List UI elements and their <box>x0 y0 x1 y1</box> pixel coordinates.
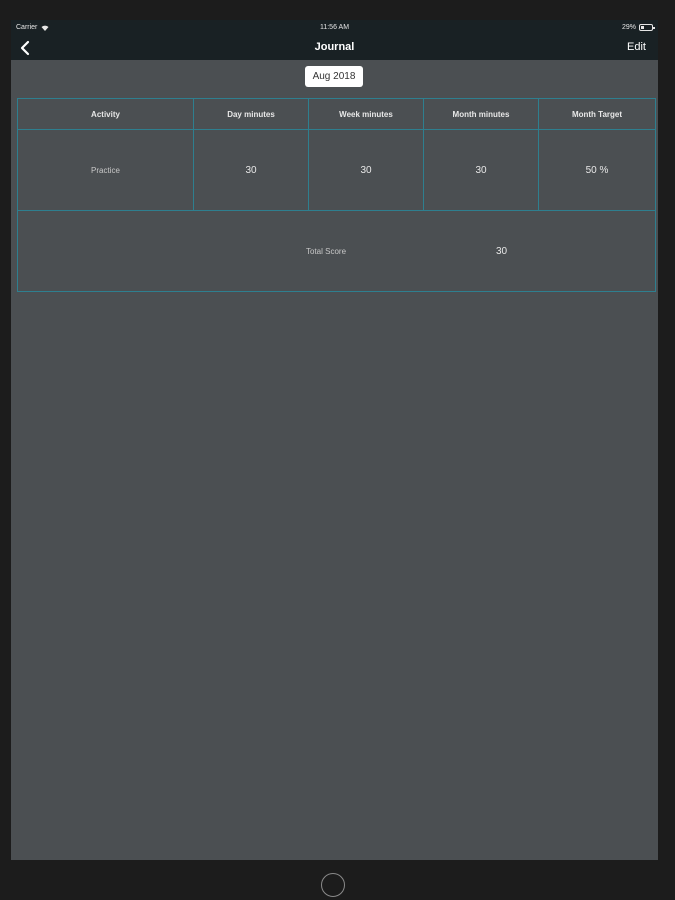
header-week-minutes: Week minutes <box>308 98 424 130</box>
total-score-label: Total Score <box>306 247 347 256</box>
total-row: Total Score 30 <box>17 210 656 292</box>
activity-cell: Practice <box>17 129 194 211</box>
page-title: Journal <box>314 41 355 53</box>
week-minutes-cell: 30 <box>308 129 424 211</box>
month-minutes-cell: 30 <box>423 129 539 211</box>
month-target-cell: 50 % <box>538 129 656 211</box>
day-minutes-cell: 30 <box>193 129 309 211</box>
header-activity: Activity <box>17 98 194 130</box>
month-selector[interactable]: Aug 2018 <box>305 66 363 87</box>
battery-icon <box>639 24 655 31</box>
total-score-value: 30 <box>496 246 508 257</box>
navigation-bar: Journal Edit <box>11 36 658 60</box>
total-cell: Total Score 30 <box>17 210 656 292</box>
status-bar: Carrier 11:56 AM 29% <box>11 20 658 36</box>
app-screen: Carrier 11:56 AM 29% Journal Edit Aug 20… <box>11 20 658 860</box>
header-month-target: Month Target <box>538 98 656 130</box>
battery-percent: 29% <box>621 24 636 31</box>
home-button[interactable] <box>321 873 345 897</box>
journal-table: Activity Day minutes Week minutes Month … <box>17 98 656 292</box>
table-header-row: Activity Day minutes Week minutes Month … <box>17 98 656 130</box>
edit-button[interactable]: Edit <box>627 41 646 53</box>
battery-group: 29% <box>621 24 655 31</box>
header-day-minutes: Day minutes <box>193 98 309 130</box>
status-time: 11:56 AM <box>319 24 350 31</box>
table-row[interactable]: Practice 30 30 30 50 % <box>17 129 656 211</box>
header-month-minutes: Month minutes <box>423 98 539 130</box>
